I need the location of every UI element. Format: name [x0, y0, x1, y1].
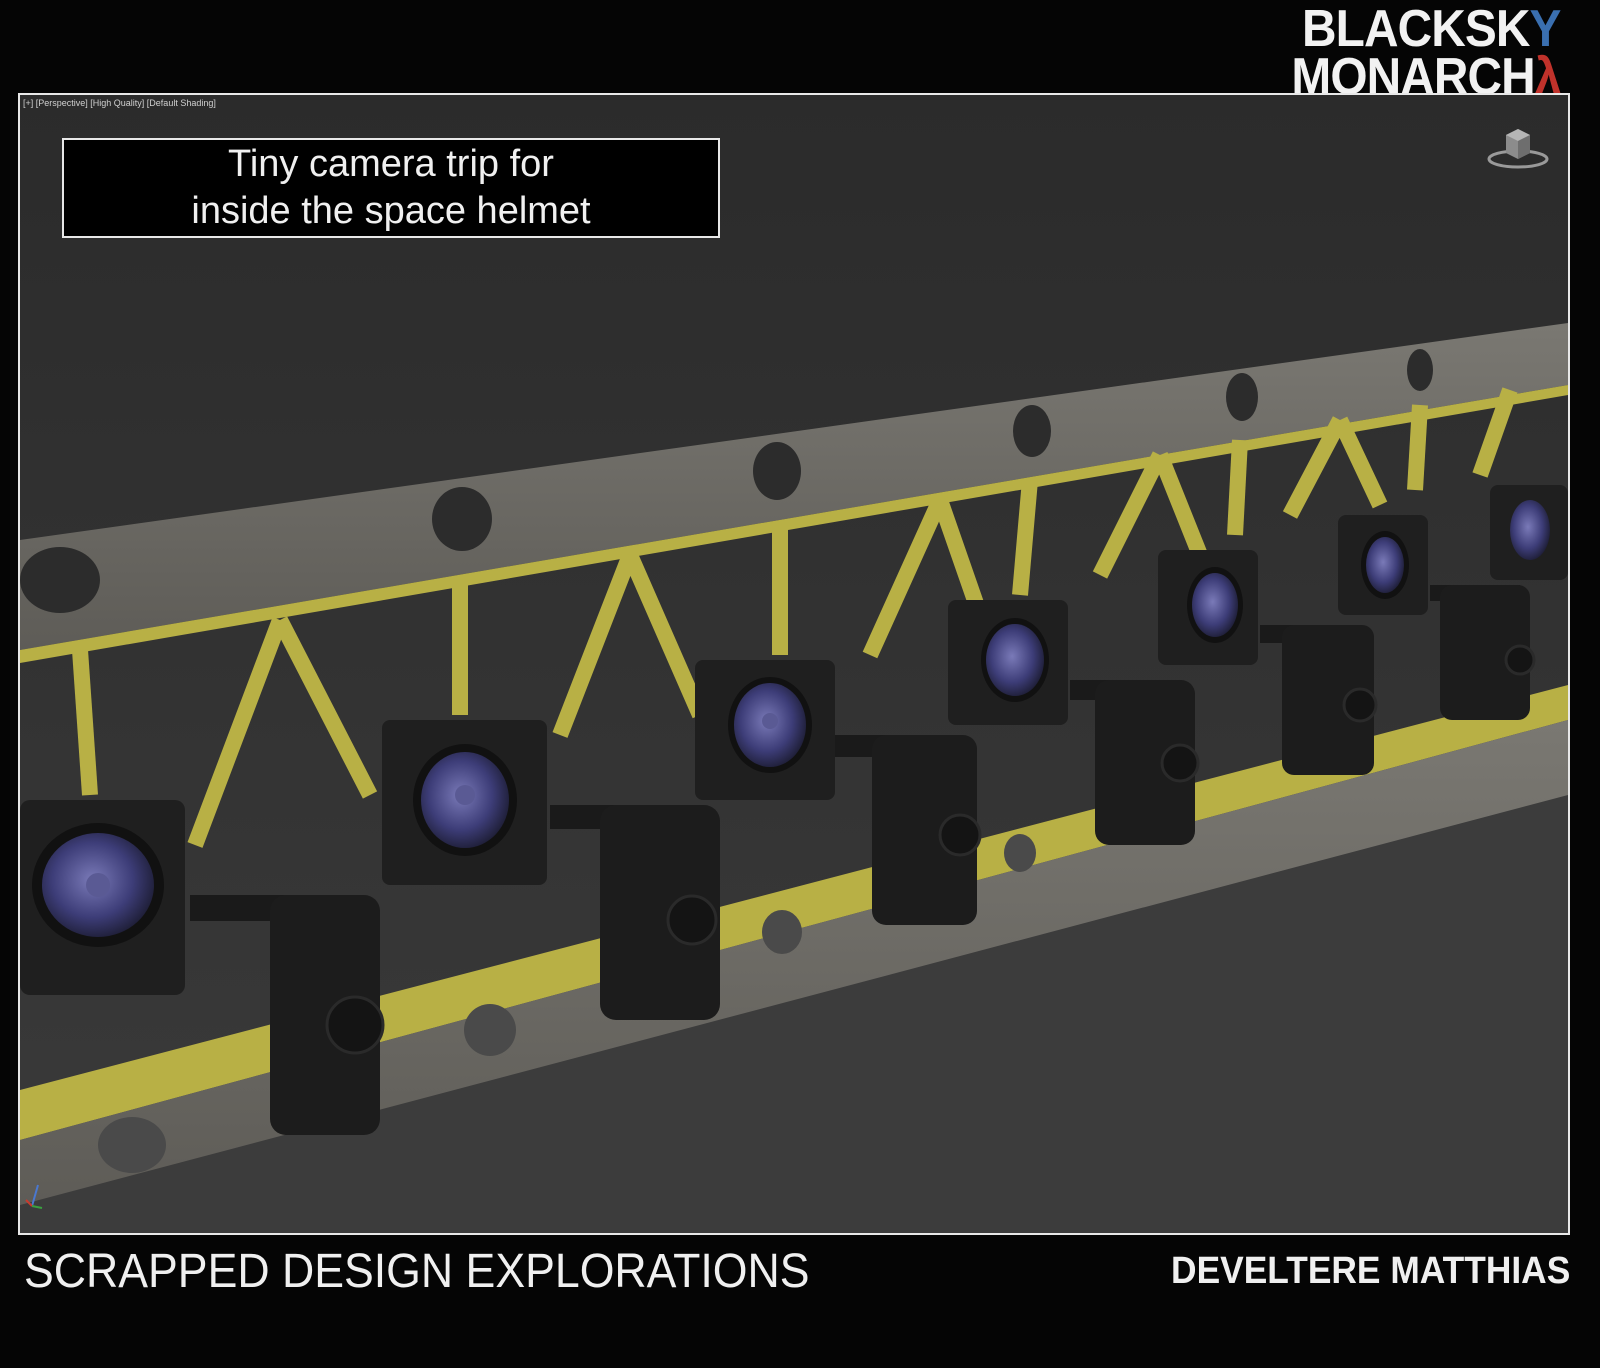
brand-logo: BLACKSKY MONARCHλ — [1268, 0, 1561, 103]
viewport-label[interactable]: [+] [Perspective] [High Quality] [Defaul… — [23, 98, 216, 108]
footer-author: DEVELTERE MATTHIAS — [1170, 1250, 1570, 1292]
caption-line-1: Tiny camera trip for — [228, 142, 554, 185]
axis-gizmo-icon — [24, 1182, 50, 1217]
caption-box: Tiny camera trip for inside the space he… — [62, 138, 720, 238]
footer-title: SCRAPPED DESIGN EXPLORATIONS — [24, 1245, 810, 1298]
3d-viewport[interactable]: [+] [Perspective] [High Quality] [Defaul… — [18, 93, 1570, 1235]
caption-line-2: inside the space helmet — [191, 190, 591, 232]
view-cube-icon[interactable] — [1486, 123, 1550, 176]
logo-line-1: BLACKSKY — [1301, 0, 1561, 58]
scene-render — [20, 95, 1568, 1233]
